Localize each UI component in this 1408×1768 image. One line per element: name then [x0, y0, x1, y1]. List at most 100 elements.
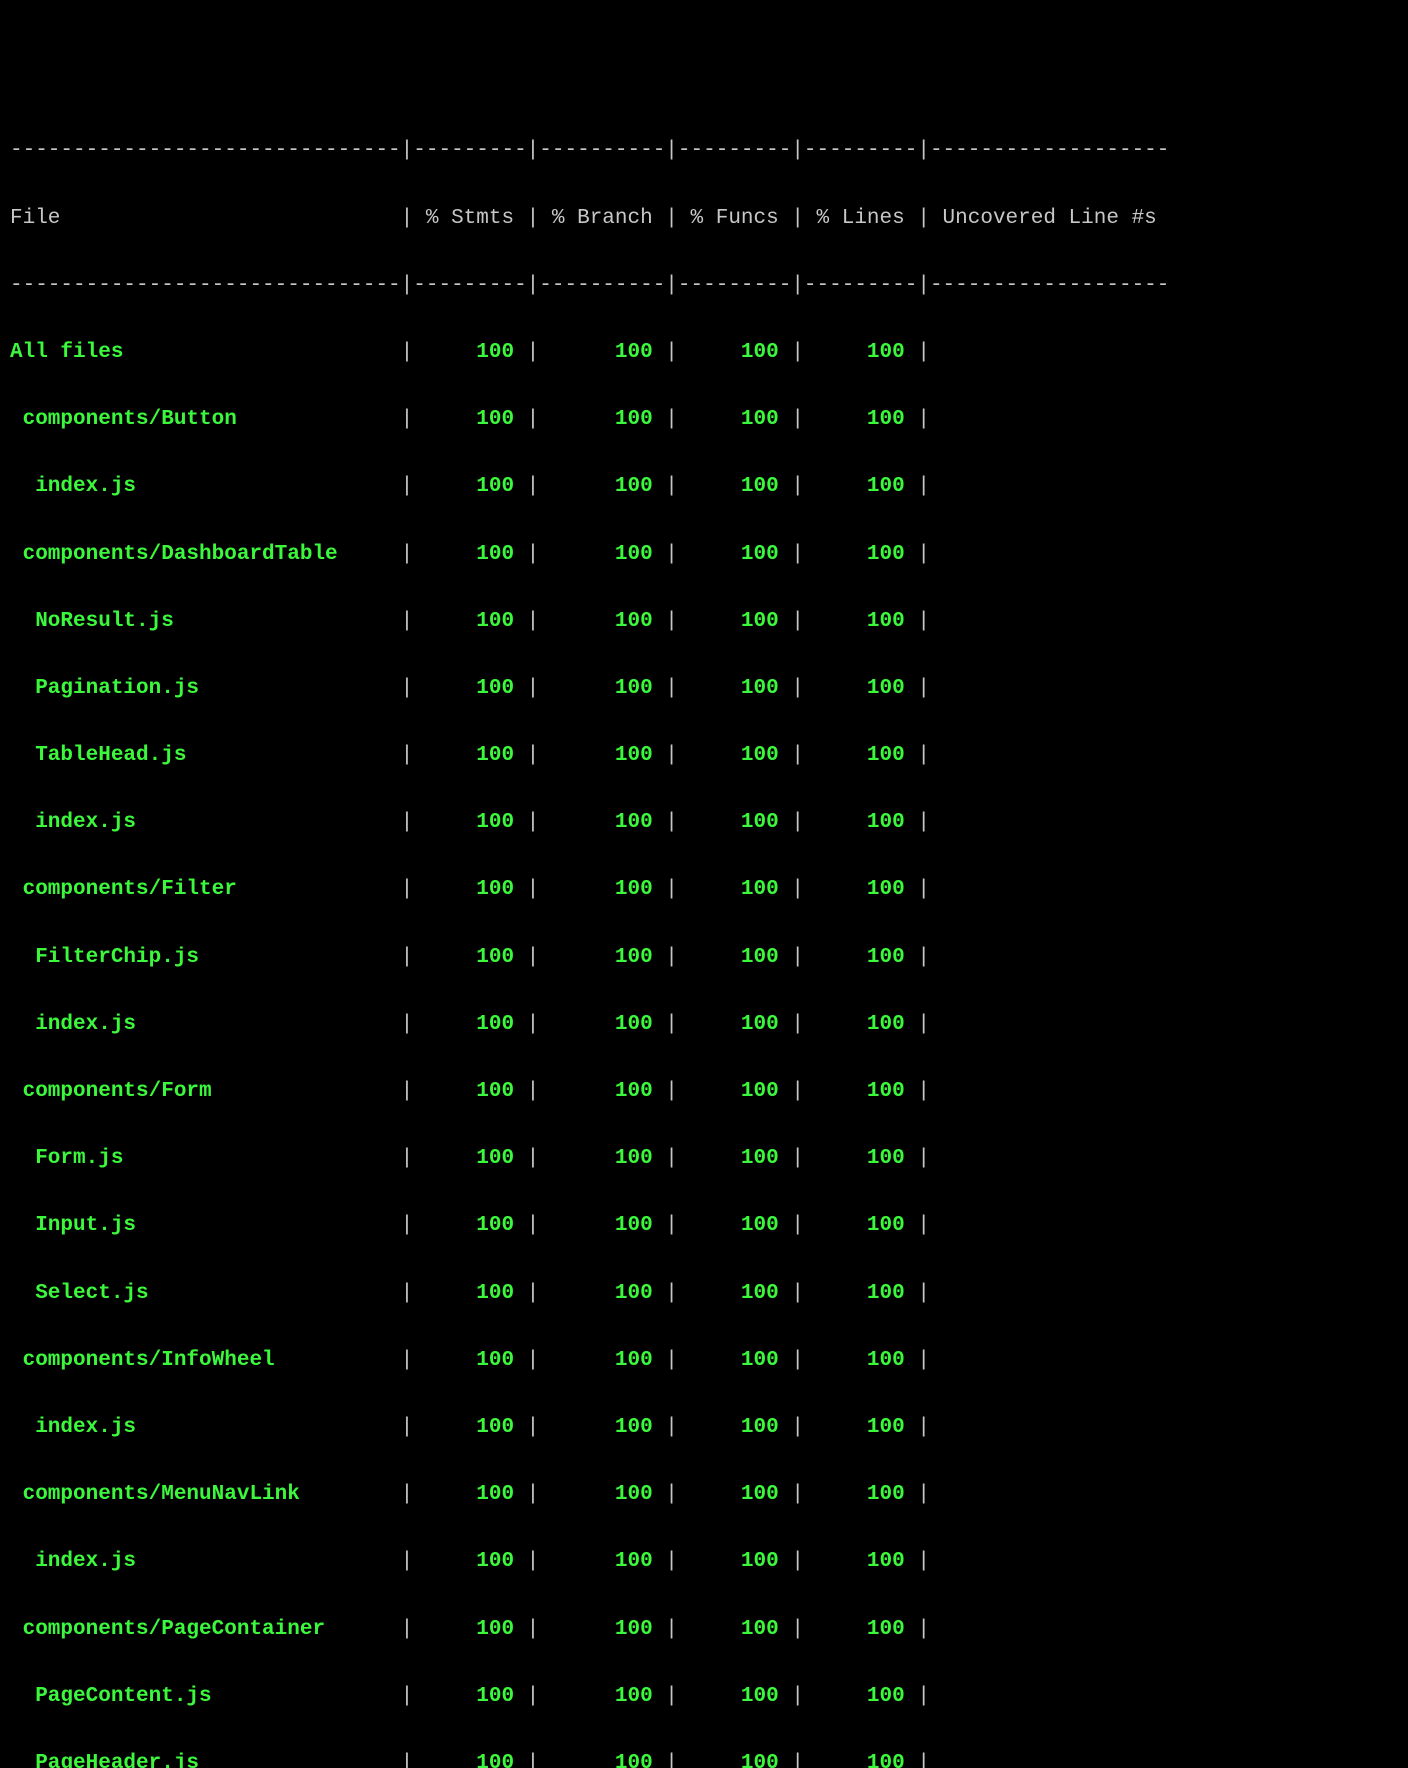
stmts-cell: 100 [413, 470, 526, 504]
pipe: | [917, 811, 930, 834]
pipe: | [527, 1685, 540, 1708]
pipe: | [665, 1483, 678, 1506]
header-stmts: % Stmts [413, 202, 526, 236]
pipe: | [401, 475, 414, 498]
coverage-row: components/Button | 100 | 100 | 100 | 10… [10, 403, 1398, 437]
stmts-cell: 100 [413, 1747, 526, 1768]
lines-cell: 100 [804, 873, 917, 907]
coverage-row: NoResult.js | 100 | 100 | 100 | 100 | [10, 605, 1398, 639]
stmts-cell: 100 [413, 403, 526, 437]
file-cell: Form.js [10, 1142, 401, 1176]
funcs-cell: 100 [678, 1411, 791, 1445]
file-cell: components/Button [10, 403, 401, 437]
funcs-cell: 100 [678, 1613, 791, 1647]
pipe: | [917, 341, 930, 364]
pipe: | [401, 1013, 414, 1036]
pipe: | [401, 341, 414, 364]
pipe: | [917, 1147, 930, 1170]
uncovered-cell [930, 1478, 943, 1512]
pipe: | [665, 677, 678, 700]
pipe: | [917, 408, 930, 431]
pipe: | [401, 207, 414, 230]
lines-cell: 100 [804, 1277, 917, 1311]
lines-cell: 100 [804, 739, 917, 773]
uncovered-cell [930, 672, 943, 706]
lines-cell: 100 [804, 1344, 917, 1378]
pipe: | [665, 878, 678, 901]
lines-cell: 100 [804, 1075, 917, 1109]
pipe: | [917, 1685, 930, 1708]
pipe: | [527, 1080, 540, 1103]
pipe: | [665, 207, 678, 230]
pipe: | [527, 475, 540, 498]
uncovered-cell [930, 605, 943, 639]
funcs-cell: 100 [678, 739, 791, 773]
file-cell: FilterChip.js [10, 941, 401, 975]
stmts-cell: 100 [413, 1277, 526, 1311]
pipe: | [401, 543, 414, 566]
header-lines: % Lines [804, 202, 917, 236]
uncovered-cell [930, 1411, 943, 1445]
pipe: | [527, 1349, 540, 1372]
funcs-cell: 100 [678, 941, 791, 975]
coverage-row: index.js | 100 | 100 | 100 | 100 | [10, 1545, 1398, 1579]
file-cell: components/DashboardTable [10, 538, 401, 572]
header-funcs: % Funcs [678, 202, 791, 236]
branch-cell: 100 [539, 470, 665, 504]
stmts-cell: 100 [413, 739, 526, 773]
coverage-row: components/MenuNavLink | 100 | 100 | 100… [10, 1478, 1398, 1512]
branch-cell: 100 [539, 1747, 665, 1768]
branch-cell: 100 [539, 336, 665, 370]
pipe: | [401, 1685, 414, 1708]
funcs-cell: 100 [678, 1075, 791, 1109]
branch-cell: 100 [539, 873, 665, 907]
pipe: | [665, 1752, 678, 1768]
pipe: | [527, 744, 540, 767]
coverage-row: components/PageContainer | 100 | 100 | 1… [10, 1613, 1398, 1647]
coverage-row: Pagination.js | 100 | 100 | 100 | 100 | [10, 672, 1398, 706]
uncovered-cell [930, 806, 943, 840]
pipe: | [791, 610, 804, 633]
pipe: | [791, 744, 804, 767]
uncovered-cell [930, 873, 943, 907]
coverage-row: components/Form | 100 | 100 | 100 | 100 … [10, 1075, 1398, 1109]
funcs-cell: 100 [678, 1008, 791, 1042]
stmts-cell: 100 [413, 873, 526, 907]
header-row: File | % Stmts | % Branch | % Funcs | % … [10, 202, 1398, 236]
file-cell: index.js [10, 470, 401, 504]
file-cell: index.js [10, 806, 401, 840]
pipe: | [401, 1147, 414, 1170]
divider-top: -------------------------------|--------… [10, 134, 1398, 168]
pipe: | [917, 1416, 930, 1439]
lines-cell: 100 [804, 1008, 917, 1042]
stmts-cell: 100 [413, 1411, 526, 1445]
pipe: | [665, 543, 678, 566]
pipe: | [527, 408, 540, 431]
pipe: | [527, 341, 540, 364]
funcs-cell: 100 [678, 1344, 791, 1378]
file-cell: TableHead.js [10, 739, 401, 773]
pipe: | [917, 207, 930, 230]
funcs-cell: 100 [678, 1142, 791, 1176]
coverage-row: PageHeader.js | 100 | 100 | 100 | 100 | [10, 1747, 1398, 1768]
branch-cell: 100 [539, 1008, 665, 1042]
pipe: | [665, 408, 678, 431]
pipe: | [401, 1618, 414, 1641]
pipe: | [917, 543, 930, 566]
stmts-cell: 100 [413, 538, 526, 572]
pipe: | [401, 946, 414, 969]
branch-cell: 100 [539, 1411, 665, 1445]
coverage-row: All files | 100 | 100 | 100 | 100 | [10, 336, 1398, 370]
pipe: | [791, 1214, 804, 1237]
branch-cell: 100 [539, 403, 665, 437]
lines-cell: 100 [804, 1545, 917, 1579]
pipe: | [665, 946, 678, 969]
funcs-cell: 100 [678, 538, 791, 572]
file-cell: index.js [10, 1411, 401, 1445]
lines-cell: 100 [804, 1680, 917, 1714]
pipe: | [791, 1483, 804, 1506]
pipe: | [401, 744, 414, 767]
uncovered-cell [930, 336, 943, 370]
stmts-cell: 100 [413, 1478, 526, 1512]
pipe: | [401, 1080, 414, 1103]
